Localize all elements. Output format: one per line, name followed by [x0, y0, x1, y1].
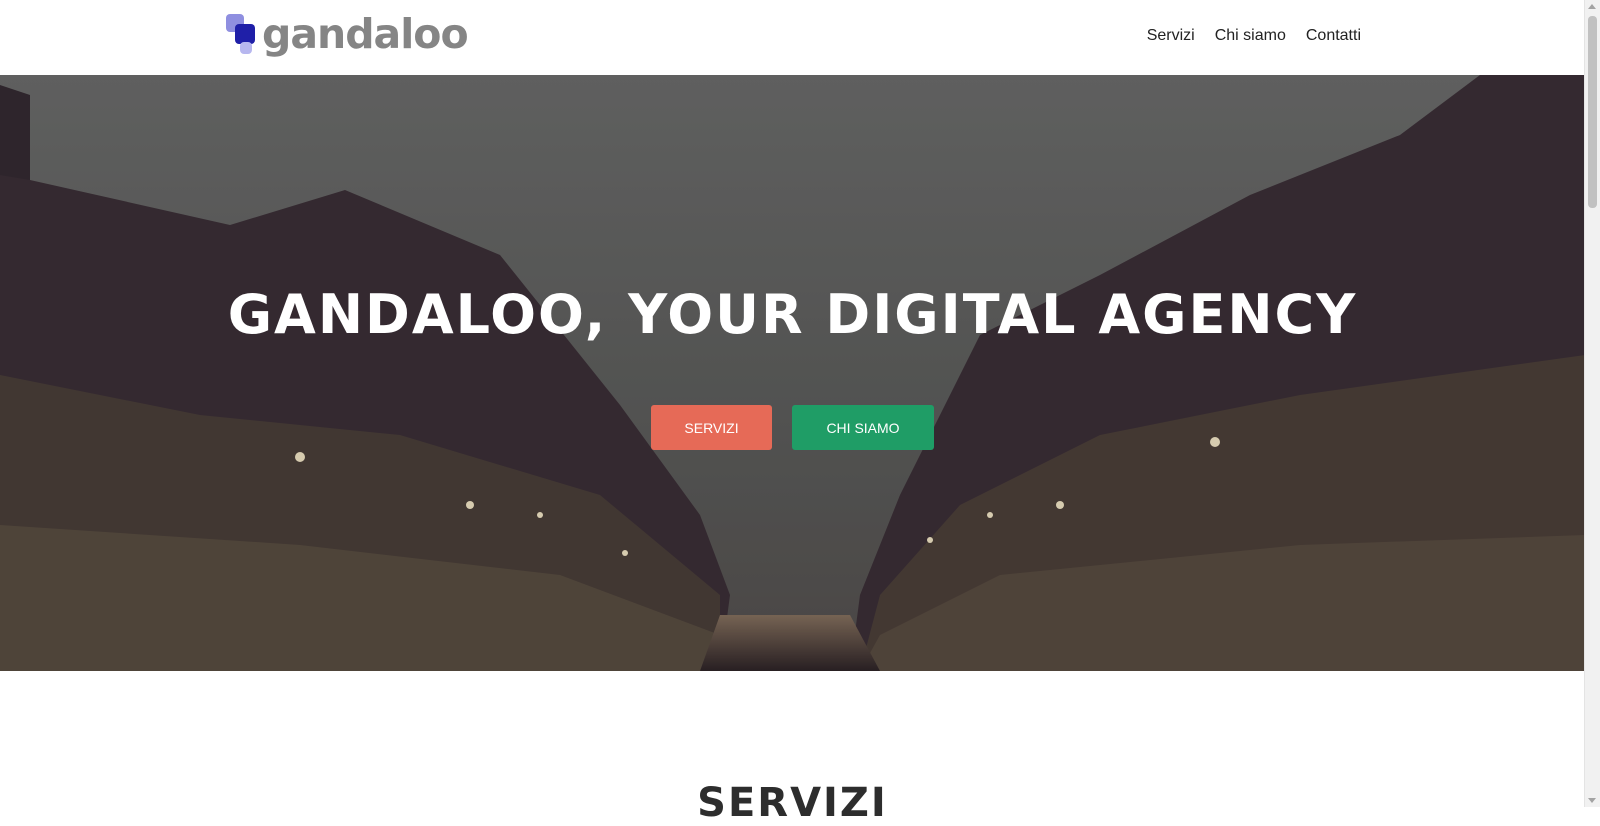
hero-title: GANDALOO, YOUR DIGITAL AGENCY — [227, 283, 1358, 346]
nav-link-chi-siamo[interactable]: Chi siamo — [1215, 27, 1286, 45]
scrollbar-thumb[interactable] — [1588, 16, 1597, 208]
scroll-up-icon[interactable] — [1588, 4, 1596, 9]
servizi-button[interactable]: SERVIZI — [651, 405, 772, 450]
main-nav: Servizi Chi siamo Contatti — [1147, 27, 1361, 45]
logo[interactable]: gandaloo — [224, 10, 469, 66]
scroll-down-icon[interactable] — [1588, 798, 1596, 803]
hero-overlay — [0, 75, 1585, 671]
logo-text: gandaloo — [262, 10, 469, 58]
chi-siamo-button[interactable]: CHI SIAMO — [792, 405, 934, 450]
hero-section: GANDALOO, YOUR DIGITAL AGENCY SERVIZI CH… — [0, 75, 1585, 671]
page-scrollbar[interactable] — [1584, 0, 1600, 807]
nav-link-contatti[interactable]: Contatti — [1306, 27, 1361, 45]
logo-square — [235, 24, 255, 44]
logo-mark — [224, 12, 258, 56]
site-header: gandaloo Servizi Chi siamo Contatti — [0, 0, 1585, 76]
logo-square — [240, 42, 252, 54]
nav-link-servizi[interactable]: Servizi — [1147, 27, 1195, 45]
section-title-servizi: SERVIZI — [697, 780, 888, 826]
